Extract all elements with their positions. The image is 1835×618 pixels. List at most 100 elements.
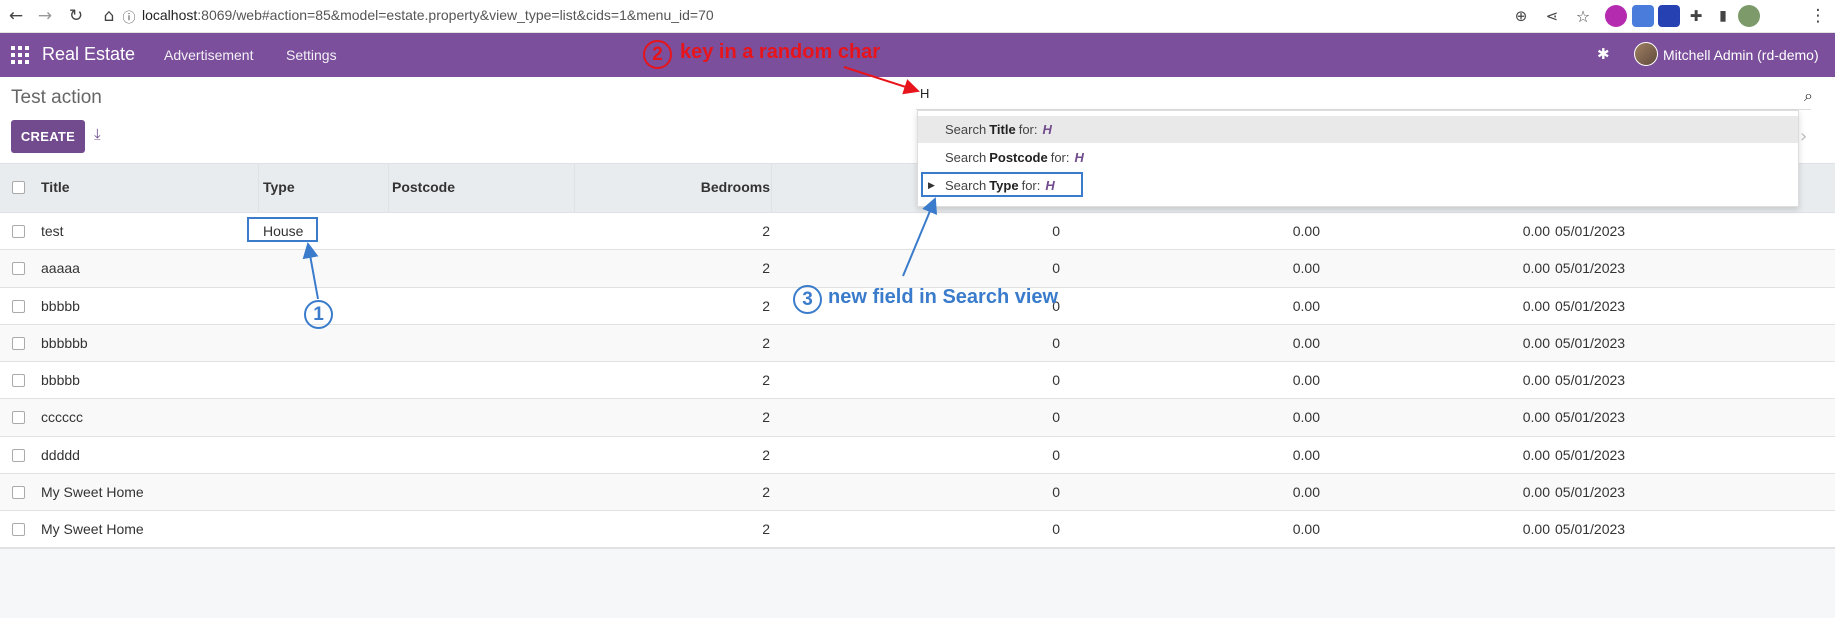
forward-icon[interactable]: → — [33, 4, 57, 28]
autocomplete-item-postcode[interactable]: Search Postcode for: H — [918, 144, 1798, 171]
cell-amount: 0.00 — [1292, 409, 1320, 426]
autocomplete-field: Title — [989, 122, 1016, 137]
reload-icon[interactable]: ↻ — [64, 4, 88, 28]
url-host: localhost — [142, 7, 198, 23]
cell-bedrooms: 2 — [762, 260, 770, 277]
bookmark-star-icon[interactable]: ☆ — [1571, 4, 1595, 28]
cell-bedrooms: 2 — [762, 484, 770, 501]
autocomplete-suffix: for: — [1050, 150, 1070, 165]
sidepanel-icon[interactable]: ▮ — [1711, 4, 1735, 28]
table-row[interactable]: bbbbb 2 0 0.00 0.00 05/01/2023 — [0, 362, 1835, 400]
select-all-checkbox[interactable] — [12, 181, 25, 194]
table-row[interactable]: cccccc 2 0 0.00 0.00 05/01/2023 — [0, 399, 1835, 437]
cell-price: 0.00 — [1522, 260, 1550, 277]
app-brand[interactable]: Real Estate — [42, 44, 135, 65]
site-info-icon[interactable]: ⓘ — [117, 4, 141, 28]
pager-next-icon[interactable]: › — [1800, 126, 1807, 147]
profile-avatar-icon[interactable] — [1738, 5, 1760, 27]
cell-date: 05/01/2023 — [1555, 297, 1626, 314]
cell-amount: 0.00 — [1292, 446, 1320, 463]
cell-title: My Sweet Home — [41, 484, 144, 501]
page-title: Test action — [11, 87, 102, 108]
table-row[interactable]: My Sweet Home 2 0 0.00 0.00 05/01/2023 — [0, 511, 1835, 549]
autocomplete-field: Postcode — [989, 150, 1048, 165]
annotation-text-2: key in a random char — [680, 41, 881, 63]
cell-bedrooms: 2 — [762, 297, 770, 314]
user-menu[interactable]: Mitchell Admin (rd-demo) — [1663, 47, 1819, 63]
annotation-step-3: 3 — [793, 285, 822, 314]
cell-date: 05/01/2023 — [1555, 372, 1626, 389]
column-divider — [574, 164, 575, 213]
cell-amount: 0.00 — [1292, 372, 1320, 389]
cell-price: 0.00 — [1522, 446, 1550, 463]
back-icon[interactable]: ← — [4, 4, 28, 28]
annotation-box-house — [247, 217, 318, 242]
create-button[interactable]: CREATE — [11, 120, 85, 153]
annotation-step-1: 1 — [304, 300, 333, 329]
debug-bug-icon[interactable]: ✱ — [1597, 45, 1610, 63]
row-checkbox[interactable] — [12, 448, 25, 462]
cell-title: bbbbb — [41, 297, 80, 314]
column-title[interactable]: Title — [41, 179, 70, 195]
search-input[interactable]: H — [916, 84, 1811, 110]
annotation-text-3: new field in Search view — [828, 286, 1059, 308]
puzzle-icon[interactable]: ✚ — [1684, 4, 1708, 28]
autocomplete-value: H — [1074, 150, 1084, 165]
cell-price: 0.00 — [1522, 484, 1550, 501]
cell-bedrooms: 2 — [762, 223, 770, 239]
table-body: test House 2 0 0.00 0.00 05/01/2023 aaaaa 2 0 0.00… — [0, 213, 1835, 549]
cell-date: 05/01/2023 — [1555, 334, 1626, 351]
download-icon[interactable]: ⤓ — [94, 125, 101, 143]
table-row[interactable]: bbbbbb 2 0 0.00 0.00 05/01/2023 — [0, 324, 1835, 363]
column-divider — [258, 164, 259, 213]
cell-count: 0 — [1052, 334, 1060, 351]
row-checkbox[interactable] — [12, 374, 25, 388]
table-row[interactable]: ddddd 2 0 0.00 0.00 05/01/2023 — [0, 436, 1835, 475]
cell-bedrooms: 2 — [762, 409, 770, 426]
autocomplete-value: H — [1042, 122, 1052, 137]
table-row[interactable]: aaaaa 2 0 0.00 0.00 05/01/2023 — [0, 250, 1835, 288]
apps-grid-icon[interactable] — [11, 46, 29, 64]
menu-advertisement[interactable]: Advertisement — [164, 47, 253, 63]
menu-settings[interactable]: Settings — [286, 47, 337, 63]
cell-date: 05/01/2023 — [1555, 409, 1626, 426]
zoom-icon[interactable]: ⊕ — [1509, 4, 1533, 28]
row-checkbox[interactable] — [12, 299, 25, 313]
cell-title: bbbbbb — [41, 334, 88, 351]
cell-date: 05/01/2023 — [1555, 521, 1626, 538]
column-divider — [771, 164, 772, 213]
share-icon[interactable]: ⋖ — [1540, 4, 1564, 28]
row-checkbox[interactable] — [12, 262, 25, 276]
row-checkbox[interactable] — [12, 486, 25, 500]
cell-bedrooms: 2 — [762, 334, 770, 351]
cell-amount: 0.00 — [1292, 223, 1320, 239]
search-icon[interactable]: ⌕ — [1804, 86, 1813, 106]
cell-amount: 0.00 — [1292, 334, 1320, 351]
extension-c-icon[interactable] — [1658, 5, 1680, 27]
avatar[interactable] — [1634, 42, 1658, 66]
cell-date: 05/01/2023 — [1555, 446, 1626, 463]
column-bedrooms[interactable]: Bedrooms — [670, 179, 770, 195]
menu-kebab-icon[interactable]: ⋮ — [1806, 4, 1830, 28]
cell-date: 05/01/2023 — [1555, 484, 1626, 501]
cell-title: cccccc — [41, 409, 83, 426]
row-checkbox[interactable] — [12, 225, 25, 238]
cell-title: bbbbb — [41, 372, 80, 389]
row-checkbox[interactable] — [12, 411, 25, 425]
cell-title: My Sweet Home — [41, 521, 144, 538]
cell-count: 0 — [1052, 484, 1060, 501]
extension-icon[interactable] — [1605, 5, 1627, 27]
column-type[interactable]: Type — [263, 179, 295, 195]
autocomplete-suffix: for: — [1018, 122, 1038, 137]
cell-count: 0 — [1052, 521, 1060, 538]
translate-icon[interactable] — [1632, 5, 1654, 27]
address-bar[interactable]: localhost:8069/web#action=85&model=estat… — [142, 7, 714, 23]
autocomplete-prefix: Search — [945, 150, 987, 165]
column-postcode[interactable]: Postcode — [392, 179, 455, 195]
row-checkbox[interactable] — [12, 336, 25, 350]
cell-date: 05/01/2023 — [1555, 260, 1626, 277]
autocomplete-item-title[interactable]: Search Title for: H — [918, 116, 1798, 143]
table-row[interactable]: My Sweet Home 2 0 0.00 0.00 05/01/2023 — [0, 474, 1835, 512]
row-checkbox[interactable] — [12, 523, 25, 537]
cell-amount: 0.00 — [1292, 484, 1320, 501]
